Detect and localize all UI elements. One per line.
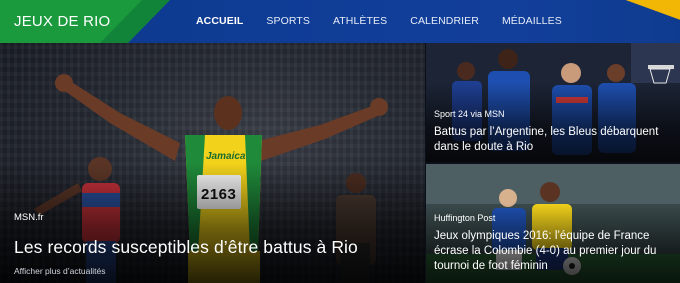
topbar-corner-accent (620, 0, 680, 43)
nav-item-accueil[interactable]: ACCUEIL (196, 15, 243, 27)
nav-item-medailles[interactable]: MÉDAILLES (502, 15, 562, 27)
card-headline[interactable]: Battus par l’Argentine, les Bleus débarq… (434, 125, 678, 155)
card-source: Huffington Post (434, 213, 496, 223)
card-source: Sport 24 via MSN (434, 109, 505, 119)
hero-source: MSN.fr (14, 212, 44, 223)
hero-headline[interactable]: Les records susceptibles d’être battus à… (14, 237, 358, 258)
nav-item-sports[interactable]: SPORTS (266, 15, 310, 27)
nav-item-athletes[interactable]: ATHLÈTES (333, 15, 387, 27)
nav-item-calendrier[interactable]: CALENDRIER (410, 15, 479, 27)
site-title[interactable]: JEUX DE RIO (14, 13, 110, 30)
hero-gradient-overlay (0, 163, 425, 283)
card-headline[interactable]: Jeux olympiques 2016: l’équipe de France… (434, 229, 678, 274)
hero-story[interactable]: Jamaica 2163 MSN.fr Les records suscepti… (0, 43, 425, 283)
news-card-football[interactable]: Huffington Post Jeux olympiques 2016: l’… (426, 164, 680, 283)
main-nav: ACCUEIL SPORTS ATHLÈTES CALENDRIER MÉDAI… (196, 15, 585, 27)
top-navigation-bar: JEUX DE RIO ACCUEIL SPORTS ATHLÈTES CALE… (0, 0, 680, 43)
jersey-country-text: Jamaica (206, 151, 246, 162)
news-card-basketball[interactable]: Sport 24 via MSN Battus par l’Argentine,… (426, 43, 680, 162)
more-news-link[interactable]: Afficher plus d’actualités (14, 266, 106, 276)
